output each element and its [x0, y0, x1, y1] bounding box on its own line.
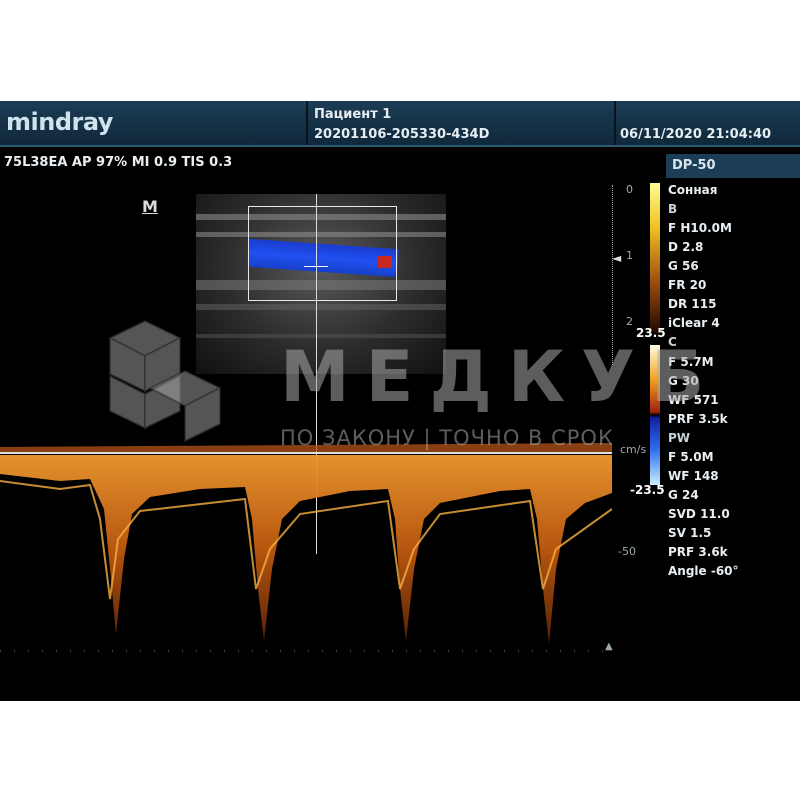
orientation-marker: M	[142, 197, 158, 216]
c-section-title: C	[668, 335, 677, 349]
pw-section-title: PW	[668, 431, 691, 445]
mindray-logo: mindray	[6, 108, 113, 136]
time-axis	[0, 650, 612, 652]
depth-scale	[612, 185, 633, 365]
c-param: G 30	[668, 374, 699, 388]
b-param: D 2.8	[668, 240, 704, 254]
c-param: F 5.7M	[668, 355, 714, 369]
ultrasound-screen: mindray Пациент 1 20201106-205330-434D 0…	[0, 101, 800, 701]
color-scale-top: 23.5	[636, 326, 666, 340]
color-scale-bottom: -23.5	[630, 483, 665, 497]
c-param: PRF 3.5k	[668, 412, 728, 426]
b-param: iClear 4	[668, 316, 720, 330]
focus-marker-icon: ◄	[612, 251, 622, 265]
parameter-panel: Сонная B F H10.0M D 2.8 G 56 FR 20 DR 11…	[668, 183, 739, 583]
b-param: DR 115	[668, 297, 717, 311]
exam-id: 20201106-205330-434D	[314, 127, 490, 142]
patient-name: Пациент 1	[314, 107, 392, 122]
color-map-bar	[650, 345, 660, 485]
pw-param: SVD 11.0	[668, 507, 730, 521]
pw-param: G 24	[668, 488, 699, 502]
b-param: G 56	[668, 259, 699, 273]
pw-param: WF 148	[668, 469, 719, 483]
gray-map-bar	[650, 183, 660, 333]
b-section-title: B	[668, 202, 678, 216]
mode-tag: DP-50	[666, 154, 800, 178]
velocity-unit: cm/s	[620, 443, 647, 456]
scroll-marker-icon: ▲	[605, 641, 613, 652]
pw-param: F 5.0M	[668, 450, 714, 464]
spectral-doppler-trace	[0, 443, 612, 644]
pw-param: Angle -60°	[668, 564, 739, 578]
c-param: WF 571	[668, 393, 719, 407]
header-separator	[614, 101, 616, 145]
color-roi-box[interactable]	[248, 206, 397, 301]
pw-param: SV 1.5	[668, 526, 712, 540]
pw-param: PRF 3.6k	[668, 545, 728, 559]
datetime: 06/11/2020 21:04:40	[620, 127, 772, 142]
velocity-label: -50	[618, 545, 636, 558]
header-bar: mindray Пациент 1 20201106-205330-434D 0…	[0, 101, 800, 147]
b-param: FR 20	[668, 278, 707, 292]
header-separator	[306, 101, 308, 145]
probe-params: 75L38EA AP 97% MI 0.9 TIS 0.3	[4, 155, 233, 170]
doppler-baseline	[0, 452, 612, 454]
b-param: F H10.0M	[668, 221, 732, 235]
depth-label: 1	[626, 249, 633, 262]
depth-label: 0	[626, 183, 633, 196]
bmode-image	[196, 194, 446, 374]
preset-name: Сонная	[668, 183, 718, 197]
depth-label: 2	[626, 315, 633, 328]
sample-volume-gate[interactable]	[304, 266, 328, 267]
